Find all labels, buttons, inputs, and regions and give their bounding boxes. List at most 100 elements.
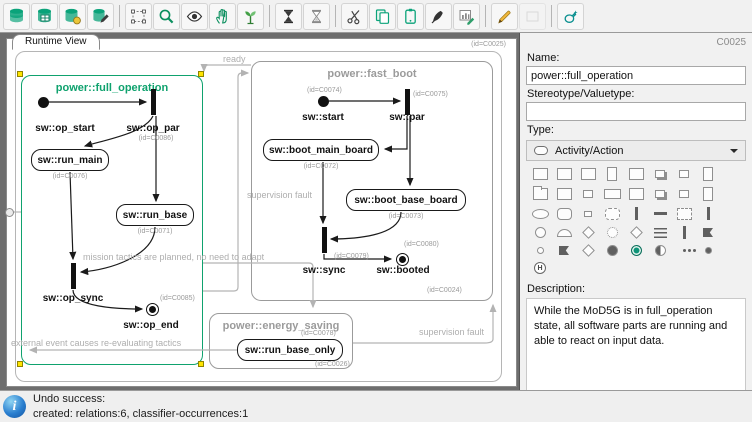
toolbar-separator xyxy=(485,5,486,27)
final-node-op-end[interactable] xyxy=(146,303,159,316)
palette-icon-tiny-box[interactable] xyxy=(584,211,592,217)
palette-icon-merge-node[interactable] xyxy=(630,226,643,239)
palette-icon-junction-dots[interactable] xyxy=(683,249,686,252)
palette-icon-part-box[interactable] xyxy=(583,190,593,198)
eye-icon xyxy=(185,7,204,26)
diagram-canvas[interactable]: (id=C0025) power::full_operation power::… xyxy=(6,38,517,387)
selected-element-id: C0025 xyxy=(526,37,746,49)
palette-icon-lifeline[interactable] xyxy=(607,167,617,181)
palette-icon-partition[interactable] xyxy=(703,167,713,181)
name-label: Name: xyxy=(527,52,746,64)
selection-handle-bottom-right[interactable] xyxy=(198,361,204,367)
edge-port-handle[interactable] xyxy=(5,208,14,217)
palette-icon-comment-note[interactable] xyxy=(703,187,713,201)
state-run-base-only[interactable]: sw::run_base_only xyxy=(237,339,343,361)
state-boot-main-board[interactable]: sw::boot_main_board xyxy=(263,139,379,161)
palette-icon-final-state-selected[interactable] xyxy=(631,245,642,256)
toolbar-button-database-table[interactable] xyxy=(31,3,58,30)
toolbar-button-paste-clipboard[interactable] xyxy=(397,3,424,30)
join-node-sync[interactable] xyxy=(322,227,327,253)
toolbar-button-chart-edit[interactable] xyxy=(453,3,480,30)
toolbar-button-cut[interactable] xyxy=(341,3,368,30)
palette-icon-decision-diamond[interactable] xyxy=(582,226,595,239)
palette-icon-small-circle[interactable] xyxy=(537,247,544,254)
toolbar-separator xyxy=(269,5,270,27)
name-input[interactable] xyxy=(526,66,746,85)
palette-icon-frame[interactable] xyxy=(581,168,596,180)
palette-icon-small-node[interactable] xyxy=(679,170,689,178)
palette-icon-vertical-bar[interactable] xyxy=(683,226,686,239)
toolbar-button-hourglass-filled[interactable] xyxy=(275,3,302,30)
transition-label-external-event: external event causes re-evaluating tact… xyxy=(11,338,181,348)
palette-icon-object-box[interactable] xyxy=(557,168,572,180)
toolbar-button-copy[interactable] xyxy=(369,3,396,30)
toolbar-button-database-coins[interactable] xyxy=(59,3,86,30)
palette-icon-cut-corner-box[interactable] xyxy=(629,188,644,200)
state-boot-base-board[interactable]: sw::boot_base_board xyxy=(346,189,466,211)
palette-icon-node-box[interactable] xyxy=(557,188,572,200)
palette-icon-class-box[interactable] xyxy=(533,168,548,180)
toolbar-button-pencil[interactable] xyxy=(491,3,518,30)
join-node-op-sync[interactable] xyxy=(71,263,76,289)
toolbar-separator xyxy=(119,5,120,27)
diagram-tab[interactable]: Runtime View xyxy=(12,34,100,50)
selection-handle-bottom-left[interactable] xyxy=(17,361,23,367)
stereotype-input[interactable] xyxy=(526,102,746,121)
database-stack-icon xyxy=(7,7,26,26)
toolbar-button-database-edit[interactable] xyxy=(87,3,114,30)
initial-node-start[interactable] xyxy=(318,96,329,107)
palette-icon-small-diamond[interactable] xyxy=(582,244,595,257)
palette-icon-package-folder[interactable] xyxy=(533,188,548,200)
type-section-header[interactable]: Activity/Action xyxy=(526,140,746,161)
palette-icon-port-box[interactable] xyxy=(629,168,644,180)
description-textarea[interactable]: While the MoD5G is in full_operation sta… xyxy=(526,298,746,390)
palette-icon-bar-node[interactable] xyxy=(707,207,710,220)
palette-icon-wide-box[interactable] xyxy=(604,189,621,199)
palette-icon-half-filled-circle[interactable] xyxy=(655,245,666,256)
fork-node-op-par[interactable] xyxy=(151,89,156,115)
toolbar-button-eye[interactable] xyxy=(181,3,208,30)
toolbar-button-disabled[interactable] xyxy=(519,3,546,30)
toolbar-button-plant[interactable] xyxy=(237,3,264,30)
palette-icon-line-stack[interactable] xyxy=(654,228,667,238)
pencil-icon xyxy=(495,7,514,26)
palette-icon-multi-object[interactable] xyxy=(655,170,665,178)
label-booted: sw::booted xyxy=(365,265,441,276)
toolbar-button-hourglass-outline[interactable] xyxy=(303,3,330,30)
toolbar-button-signature[interactable] xyxy=(425,3,452,30)
workspace: Runtime View (id=C0025) power::full_oper… xyxy=(0,33,752,390)
state-run-base[interactable]: sw::run_base xyxy=(116,204,194,226)
palette-icon-region-box[interactable] xyxy=(677,208,692,220)
toolbar-button-magic-lamp[interactable] xyxy=(557,3,584,30)
info-icon: i xyxy=(3,395,26,418)
selection-handle-top-right[interactable] xyxy=(198,71,204,77)
zoom-icon xyxy=(157,7,176,26)
toolbar-button-pan-hand[interactable] xyxy=(209,3,236,30)
palette-icon-half-oval[interactable] xyxy=(557,229,572,237)
id-booted: (id=C0080) xyxy=(404,241,439,248)
palette-icon-action-rounded[interactable] xyxy=(557,208,572,220)
palette-icon-activity-oval[interactable] xyxy=(532,209,549,219)
toolbar-button-select-frame[interactable] xyxy=(125,3,152,30)
selection-handle-top-left[interactable] xyxy=(17,71,23,77)
id-start: (id=C0074) xyxy=(307,87,342,94)
palette-icon-initial-node-outline[interactable] xyxy=(535,227,546,238)
palette-icon-join-bar[interactable] xyxy=(654,212,667,215)
toolbar-button-database-stack[interactable] xyxy=(3,3,30,30)
palette-icon-terminate-node[interactable] xyxy=(705,247,712,254)
state-run-main[interactable]: sw::run_main xyxy=(31,149,109,171)
palette-icon-stacked-boxes[interactable] xyxy=(655,190,665,198)
chevron-down-icon[interactable] xyxy=(730,149,738,157)
palette-icon-fork-bar[interactable] xyxy=(635,207,638,220)
palette-icon-shallow-history[interactable]: H xyxy=(534,262,546,274)
palette-icon-dashed-state[interactable] xyxy=(605,208,620,220)
toolbar-button-zoom[interactable] xyxy=(153,3,180,30)
stereotype-label: Stereotype/Valuetype: xyxy=(527,88,746,100)
initial-node-op-start[interactable] xyxy=(38,97,49,108)
palette-icon-pin-box[interactable] xyxy=(679,190,689,198)
palette-icon-initial-state-filled[interactable] xyxy=(607,245,618,256)
palette-icon-signal-flag[interactable] xyxy=(703,228,713,237)
status-bar: i Undo success: created: relations:6, cl… xyxy=(0,390,752,422)
palette-icon-flag-node[interactable] xyxy=(559,246,569,255)
palette-icon-dotted-state[interactable] xyxy=(607,227,618,238)
